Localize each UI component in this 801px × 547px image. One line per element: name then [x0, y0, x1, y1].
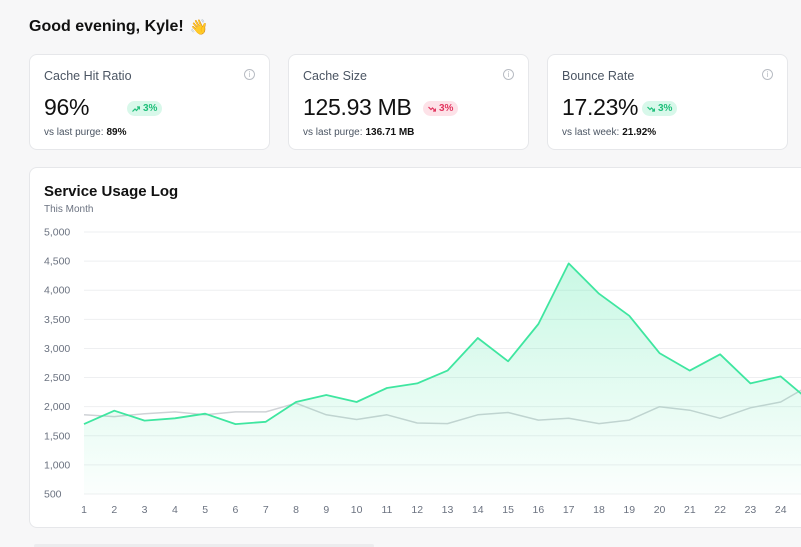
comparison-value: 89% [106, 127, 127, 138]
x-tick-label: 9 [323, 504, 329, 516]
x-tick-label: 6 [233, 504, 239, 516]
card-title: Bounce Rate [562, 69, 635, 83]
wave-emoji: 👋 [189, 19, 209, 36]
y-tick-label: 4,500 [44, 256, 70, 268]
x-tick-label: 7 [263, 504, 269, 516]
y-tick-label: 3,000 [44, 343, 70, 355]
info-icon[interactable]: i [762, 69, 773, 80]
card-title: Cache Hit Ratio [44, 69, 132, 83]
y-tick-label: 2,500 [44, 372, 70, 384]
info-icon[interactable]: i [244, 69, 255, 80]
trend-badge: 3% [642, 101, 678, 116]
x-tick-label: 16 [533, 504, 545, 516]
x-tick-label: 20 [654, 504, 666, 516]
x-tick-label: 24 [775, 504, 787, 516]
series-area [84, 263, 801, 494]
x-tick-label: 15 [502, 504, 514, 516]
x-tick-label: 11 [381, 504, 392, 516]
y-tick-label: 3,500 [44, 314, 70, 326]
badge-value: 3% [658, 103, 673, 114]
card-comparison: vs last week: 21.92% [562, 127, 656, 138]
card-value: 96% [44, 94, 90, 120]
card-comparison: vs last purge: 136.71 MB [303, 127, 414, 138]
y-tick-label: 5,000 [44, 227, 70, 239]
y-tick-label: 500 [44, 489, 62, 501]
x-tick-label: 4 [172, 504, 178, 516]
usage-line-chart: 5,000 4,500 4,000 3,500 3,000 2,500 2,000 1,500… [44, 227, 801, 516]
x-tick-label: 3 [142, 504, 148, 516]
x-tick-label: 23 [745, 504, 757, 516]
y-tick-label: 2,000 [44, 401, 70, 413]
x-tick-label: 1 [81, 504, 87, 516]
y-tick-label: 1,500 [44, 430, 70, 442]
x-tick-label: 12 [411, 504, 423, 516]
badge-value: 3% [439, 103, 454, 114]
card-value: 17.23% [562, 94, 639, 120]
badge-value: 3% [143, 103, 158, 114]
x-tick-label: 18 [593, 504, 605, 516]
trend-down-icon [428, 106, 436, 112]
x-tick-label: 2 [111, 504, 117, 516]
x-tick-label: 5 [202, 504, 208, 516]
trend-up-icon [132, 105, 140, 112]
x-tick-label: 14 [472, 504, 484, 516]
y-tick-label: 1,000 [44, 459, 70, 471]
comparison-label: vs last purge: [303, 127, 363, 138]
service-usage-chart-card: Service Usage Log This Month 5,000 4,500 4… [29, 167, 801, 528]
y-tick-label: 4,000 [44, 285, 70, 297]
greeting: Good evening, Kyle! 👋 [29, 18, 208, 36]
x-tick-label: 13 [442, 504, 454, 516]
stat-card-bounce-rate: Bounce Rate i 17.23% 3% vs last week: 21.… [547, 54, 788, 150]
trend-badge: 3% [127, 101, 163, 116]
x-tick-label: 10 [351, 504, 363, 516]
card-comparison: vs last purge: 89% [44, 127, 127, 138]
trend-badge: 3% [423, 101, 459, 116]
comparison-value: 136.71 MB [365, 127, 415, 138]
comparison-label: vs last purge: [44, 127, 104, 138]
greeting-text: Good evening, Kyle! [29, 18, 184, 35]
card-title: Cache Size [303, 69, 367, 83]
card-value: 125.93 MB [303, 94, 412, 120]
comparison-label: vs last week: [562, 127, 620, 138]
x-tick-label: 17 [563, 504, 575, 516]
trend-down-icon [647, 106, 655, 112]
stat-card-cache-size: Cache Size i 125.93 MB 3% vs last purge:… [288, 54, 529, 150]
comparison-value: 21.92% [622, 127, 657, 138]
x-tick-label: 22 [714, 504, 726, 516]
x-tick-label: 8 [293, 504, 299, 516]
x-tick-label: 21 [684, 504, 696, 516]
stat-card-cache-hit-ratio: Cache Hit Ratio i 96% 3% vs last purge: 8… [29, 54, 270, 150]
x-tick-label: 19 [623, 504, 635, 516]
info-icon[interactable]: i [503, 69, 514, 80]
